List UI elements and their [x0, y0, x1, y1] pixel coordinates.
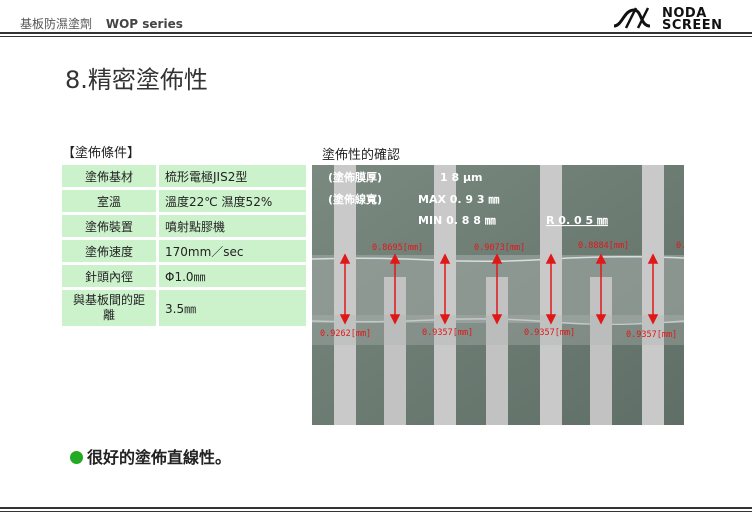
bottom-measure: 0.9262[mm] — [320, 329, 371, 339]
condition-value: 3.5㎜ — [156, 290, 306, 326]
bottom-measure: 0.9357[mm] — [524, 328, 575, 338]
top-measure: 0.8884[mm] — [578, 241, 629, 251]
noda-screen-logo: NODA SCREEN — [612, 4, 742, 32]
doc-header: 基板防濕塗劑 WOP series — [20, 15, 183, 32]
footer-rule-thin — [0, 511, 752, 512]
conditions-table: 塗佈基材 梳形電極JIS2型 室溫 溫度22℃ 濕度52% 塗佈裝置 噴射點膠機… — [62, 162, 306, 329]
header-rule — [0, 32, 752, 34]
condition-value: 噴射點膠機 — [156, 215, 306, 237]
condition-value: 170mm／sec — [156, 240, 306, 262]
condition-value: Φ1.0㎜ — [156, 265, 306, 287]
logo-text-screen: SCREEN — [662, 18, 723, 33]
coating-micrograph: (塗佈膜厚) 1 8 μm (塗佈線寬) MAX 0. 9 3 ㎜ MIN 0.… — [312, 165, 684, 425]
condition-value: 梳形電極JIS2型 — [156, 165, 306, 187]
top-measure: 0.8695[mm] — [372, 243, 423, 253]
doc-name: 基板防濕塗劑 — [20, 17, 93, 31]
table-row: 與基板間的距離 3.5㎜ — [62, 290, 306, 326]
condition-key: 與基板間的距離 — [62, 290, 156, 326]
bullet-dot-icon — [70, 451, 83, 464]
width-label: (塗佈線寬) — [328, 192, 382, 206]
thickness-value: 1 8 μm — [440, 171, 483, 184]
top-measure: 0.9073[mm] — [474, 243, 525, 253]
width-min: MIN 0. 8 8 ㎜ — [418, 214, 496, 227]
thickness-label: (塗佈膜厚) — [328, 170, 382, 184]
condition-key: 塗佈裝置 — [62, 215, 156, 237]
conditions-label: 【塗佈條件】 — [62, 146, 141, 161]
condition-key: 塗佈速度 — [62, 240, 156, 262]
series-name: WOP series — [105, 17, 183, 31]
logo-mark-icon — [613, 7, 651, 29]
table-row: 塗佈速度 170mm／sec — [62, 240, 306, 262]
table-row: 塗佈基材 梳形電極JIS2型 — [62, 165, 306, 187]
edge-measure: 0. — [676, 241, 684, 251]
table-row: 塗佈裝置 噴射點膠機 — [62, 215, 306, 237]
condition-key: 塗佈基材 — [62, 165, 156, 187]
bottom-measure: 0.9357[mm] — [422, 328, 473, 338]
header-rule-thin — [0, 36, 752, 37]
bottom-measure: 0.9357[mm] — [626, 330, 677, 340]
conclusion-text: 很好的塗佈直線性。 — [87, 448, 232, 467]
table-row: 針頭內徑 Φ1.0㎜ — [62, 265, 306, 287]
width-max: MAX 0. 9 3 ㎜ — [418, 193, 499, 206]
width-range: R 0. 0 5 ㎜ — [546, 214, 608, 227]
condition-value: 溫度22℃ 濕度52% — [156, 190, 306, 212]
footer-rule — [0, 507, 752, 509]
condition-key: 針頭內徑 — [62, 265, 156, 287]
conclusion: 很好的塗佈直線性。 — [70, 444, 231, 468]
condition-key: 室溫 — [62, 190, 156, 212]
table-row: 室溫 溫度22℃ 濕度52% — [62, 190, 306, 212]
photo-label: 塗佈性的確認 — [322, 148, 401, 163]
page-title: 8.精密塗佈性 — [65, 66, 208, 94]
